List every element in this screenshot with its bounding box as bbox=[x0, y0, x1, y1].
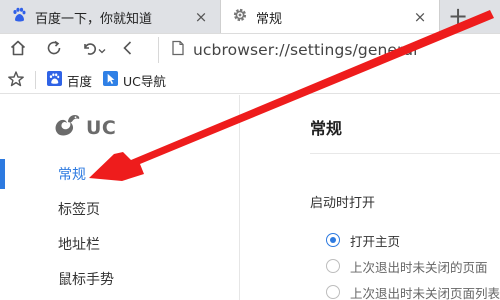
tab-baidu[interactable]: 百度一下，你就知道 × bbox=[0, 0, 220, 34]
plus-icon: + bbox=[448, 2, 469, 30]
bookmarks-bar: 百度 UC导航 bbox=[0, 66, 500, 94]
startup-section-label: 启动时打开 bbox=[310, 196, 376, 211]
uc-squirrel-icon bbox=[52, 113, 82, 143]
divider bbox=[310, 153, 500, 154]
uc-logo: UC bbox=[52, 113, 116, 143]
star-icon[interactable] bbox=[7, 70, 25, 92]
address-bar[interactable]: ucbrowser://settings/general bbox=[158, 37, 500, 63]
back-icon bbox=[119, 39, 137, 61]
startup-option-homepage[interactable]: 打开主页 bbox=[326, 230, 400, 250]
uc-nav-icon bbox=[103, 71, 118, 89]
logo-text: UC bbox=[86, 117, 117, 139]
reload-icon bbox=[45, 39, 63, 61]
sidebar-item-label: 地址栏 bbox=[58, 237, 100, 253]
reload-button[interactable] bbox=[42, 38, 66, 62]
bookmark-label: 百度 bbox=[67, 73, 93, 89]
home-icon bbox=[9, 39, 27, 61]
tab-title: 常规 bbox=[256, 11, 283, 27]
tab-title: 百度一下，你就知道 bbox=[35, 11, 153, 27]
url-text: ucbrowser://settings/general bbox=[193, 41, 418, 59]
page-title: 常规 bbox=[310, 119, 343, 138]
startup-option-restore-pages[interactable]: 上次退出时未关闭的页面 bbox=[326, 256, 488, 276]
new-tab-button[interactable]: + bbox=[440, 0, 500, 34]
settings-sidebar: UC 常规 标签页 地址栏 鼠标手势 bbox=[0, 95, 240, 300]
settings-content: 常规 启动时打开 打开主页 上次退出时未关闭的页面 上次退出时未关闭页面列表页 bbox=[241, 95, 500, 300]
bookmark-uc-nav[interactable]: UC导航 bbox=[103, 70, 166, 90]
startup-option-restore-list[interactable]: 上次退出时未关闭页面列表页 bbox=[326, 282, 500, 300]
bookmark-baidu[interactable]: 百度 bbox=[47, 70, 92, 90]
chevron-down-icon bbox=[97, 41, 107, 60]
home-button[interactable] bbox=[6, 38, 30, 62]
toolbar: ucbrowser://settings/general bbox=[0, 34, 500, 66]
sidebar-item-label: 标签页 bbox=[58, 202, 100, 218]
gear-icon bbox=[232, 7, 248, 27]
close-tab-button[interactable]: × bbox=[192, 8, 210, 26]
sidebar-item-label: 鼠标手势 bbox=[58, 272, 114, 288]
sidebar-item-general[interactable]: 常规 bbox=[0, 159, 239, 189]
radio-button[interactable] bbox=[326, 259, 340, 273]
tab-settings[interactable]: 常规 × bbox=[220, 0, 440, 34]
tab-strip: 百度一下，你就知道 × 常规 × + bbox=[0, 0, 500, 34]
radio-label: 打开主页 bbox=[350, 233, 401, 249]
baidu-paw-icon bbox=[11, 7, 27, 27]
radio-button[interactable] bbox=[326, 285, 340, 299]
undo-menu-button[interactable] bbox=[96, 38, 108, 62]
sidebar-item-mouse-gestures[interactable]: 鼠标手势 bbox=[0, 264, 239, 294]
divider bbox=[35, 71, 36, 89]
sidebar-item-label: 常规 bbox=[58, 167, 86, 183]
sidebar-item-tabs[interactable]: 标签页 bbox=[0, 194, 239, 224]
radio-label: 上次退出时未关闭的页面 bbox=[350, 259, 488, 275]
radio-label: 上次退出时未关闭页面列表页 bbox=[350, 285, 500, 300]
baidu-paw-icon bbox=[47, 71, 62, 89]
back-button[interactable] bbox=[116, 38, 140, 62]
bookmark-label: UC导航 bbox=[123, 73, 166, 89]
radio-button[interactable] bbox=[326, 233, 340, 247]
close-tab-button[interactable]: × bbox=[411, 8, 429, 26]
sidebar-item-address-bar[interactable]: 地址栏 bbox=[0, 229, 239, 259]
active-indicator bbox=[0, 159, 5, 189]
page-icon bbox=[171, 40, 185, 60]
